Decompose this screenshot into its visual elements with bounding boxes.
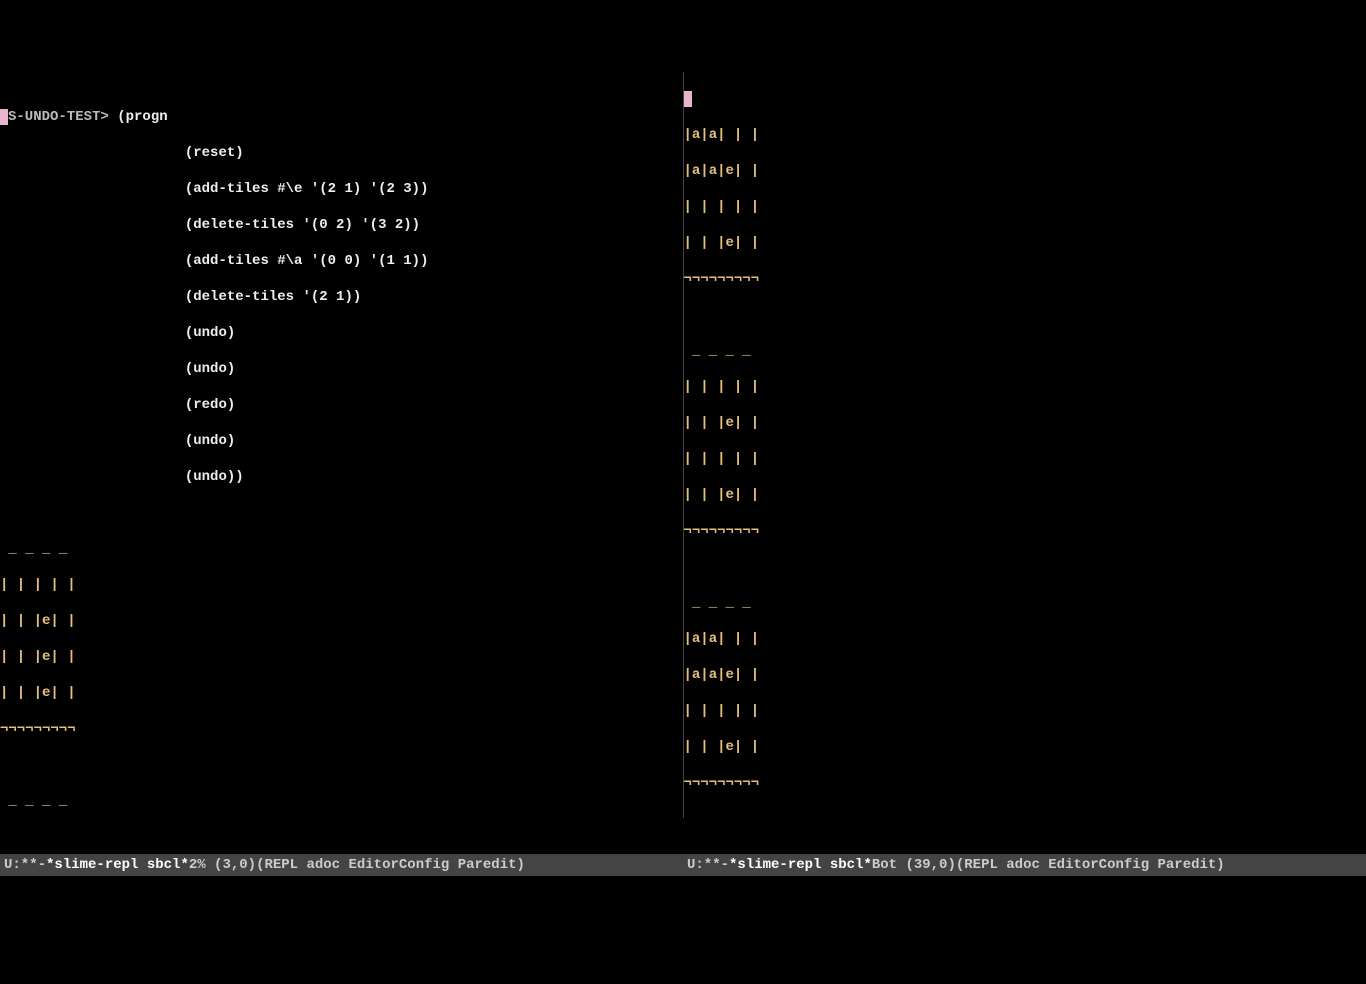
blank-line [0, 504, 683, 522]
grid-row: |a|a| | | [684, 630, 1366, 648]
grid-row: _ _ _ _ [0, 540, 683, 558]
grid-row: | | | | | [684, 702, 1366, 720]
modeline-position: 2% (3,0) [189, 856, 256, 874]
repl-prompt: S-UNDO-TEST> [8, 109, 117, 125]
modeline-modes: (REPL adoc EditorConfig Paredit) [956, 856, 1225, 874]
cursor-top [684, 90, 1366, 108]
grid-row: |a|a|e| | [684, 666, 1366, 684]
grid-row: |a|a| | | [684, 126, 1366, 144]
text-cursor [0, 109, 8, 125]
modeline-status: U:**- [687, 856, 729, 874]
text-cursor [684, 91, 692, 107]
modeline-right[interactable]: U:**- *slime-repl sbcl* Bot (39,0) (REPL… [683, 854, 1366, 876]
code-line: (add-tiles #\e '(2 1) '(2 3)) [0, 180, 683, 198]
left-pane[interactable]: S-UNDO-TEST> (progn (reset) (add-tiles #… [0, 72, 684, 818]
modeline-modes: (REPL adoc EditorConfig Paredit) [256, 856, 525, 874]
split-container: S-UNDO-TEST> (progn (reset) (add-tiles #… [0, 72, 1366, 818]
repl-input-line: S-UNDO-TEST> (progn [0, 108, 683, 126]
modeline-position: Bot (39,0) [872, 856, 956, 874]
code-line: (undo) [0, 432, 683, 450]
grid-row: | | |e| | [684, 414, 1366, 432]
grid-row: | | |e| | [684, 486, 1366, 504]
grid-row: | | |e| | [0, 612, 683, 630]
grid-row: |a|a|e| | [684, 162, 1366, 180]
code-line: (undo)) [0, 468, 683, 486]
grid-row: ¬¬¬¬¬¬¬¬¬ [684, 522, 1366, 540]
right-pane[interactable]: |a|a| | | |a|a|e| | | | | | | | | |e| | … [684, 72, 1366, 818]
grid-row: | | | | | [684, 450, 1366, 468]
blank-line [684, 306, 1366, 324]
modeline-buffer-name: *slime-repl sbcl* [46, 856, 189, 874]
code-line: (delete-tiles '(2 1)) [0, 288, 683, 306]
modeline-buffer-name: *slime-repl sbcl* [729, 856, 872, 874]
grid-row: ¬¬¬¬¬¬¬¬¬ [0, 720, 683, 738]
grid-row: _ _ _ _ [0, 792, 683, 810]
code-line: (undo) [0, 360, 683, 378]
grid-row: _ _ _ _ [684, 594, 1366, 612]
grid-row: | | |e| | [684, 234, 1366, 252]
grid-row: ¬¬¬¬¬¬¬¬¬ [684, 270, 1366, 288]
code-line: (reset) [0, 144, 683, 162]
grid-row: | | |e| | [684, 738, 1366, 756]
grid-row: | | | | | [0, 576, 683, 594]
modeline-left[interactable]: U:**- *slime-repl sbcl* 2% (3,0) (REPL a… [0, 854, 683, 876]
grid-row: | | |e| | [0, 684, 683, 702]
grid-row: | | | | | [684, 198, 1366, 216]
code-line: (undo) [0, 324, 683, 342]
code-line: (add-tiles #\a '(0 0) '(1 1)) [0, 252, 683, 270]
modeline: U:**- *slime-repl sbcl* 2% (3,0) (REPL a… [0, 854, 1366, 876]
grid-row: | | | | | [684, 378, 1366, 396]
code-line: (redo) [0, 396, 683, 414]
grid-row: ¬¬¬¬¬¬¬¬¬ [684, 774, 1366, 792]
modeline-status: U:**- [4, 856, 46, 874]
grid-row: | | |e| | [0, 648, 683, 666]
code-line: (delete-tiles '(0 2) '(3 2)) [0, 216, 683, 234]
code-line: (progn [117, 109, 167, 125]
grid-row: _ _ _ _ [684, 342, 1366, 360]
blank-line [684, 810, 1366, 818]
blank-line [0, 756, 683, 774]
blank-line [684, 558, 1366, 576]
